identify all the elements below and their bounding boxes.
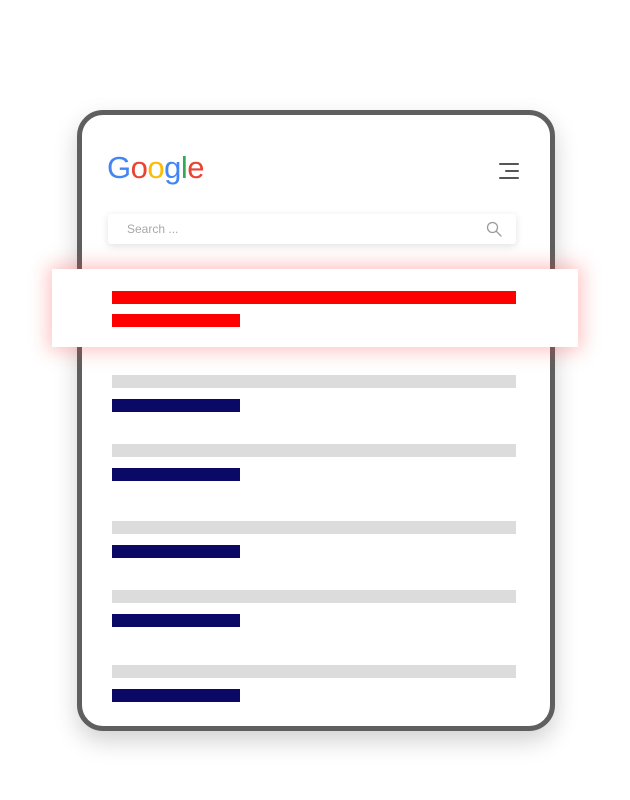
- highlighted-result-link[interactable]: [112, 314, 240, 327]
- phone-frame: [77, 110, 555, 731]
- search-icon[interactable]: [486, 221, 502, 237]
- result-snippet-placeholder: [112, 444, 516, 457]
- result-link-placeholder[interactable]: [112, 689, 240, 702]
- search-input[interactable]: [108, 214, 468, 244]
- logo-letter-g2: g: [164, 150, 181, 185]
- menu-line: [499, 163, 519, 165]
- result-link-placeholder[interactable]: [112, 545, 240, 558]
- logo-letter-g: G: [107, 150, 131, 185]
- search-result: [112, 665, 516, 705]
- search-result: [112, 590, 516, 630]
- search-result: [112, 521, 516, 561]
- highlighted-result-title[interactable]: [112, 291, 516, 304]
- search-bar: [108, 214, 516, 244]
- result-snippet-placeholder: [112, 665, 516, 678]
- result-snippet-placeholder: [112, 521, 516, 534]
- logo-letter-o2: o: [147, 150, 165, 185]
- result-snippet-placeholder: [112, 590, 516, 603]
- result-link-placeholder[interactable]: [112, 399, 240, 412]
- google-logo[interactable]: Google: [107, 150, 205, 186]
- menu-line: [499, 177, 519, 179]
- result-snippet-placeholder: [112, 375, 516, 388]
- highlighted-result-card[interactable]: [52, 269, 578, 347]
- search-result: [112, 375, 516, 415]
- logo-letter-e: e: [187, 150, 205, 185]
- menu-line: [505, 170, 519, 172]
- result-link-placeholder[interactable]: [112, 468, 240, 481]
- hamburger-menu-icon[interactable]: [497, 162, 519, 180]
- logo-letter-o1: o: [130, 150, 148, 185]
- result-link-placeholder[interactable]: [112, 614, 240, 627]
- stage: Google: [0, 0, 630, 800]
- search-result: [112, 444, 516, 484]
